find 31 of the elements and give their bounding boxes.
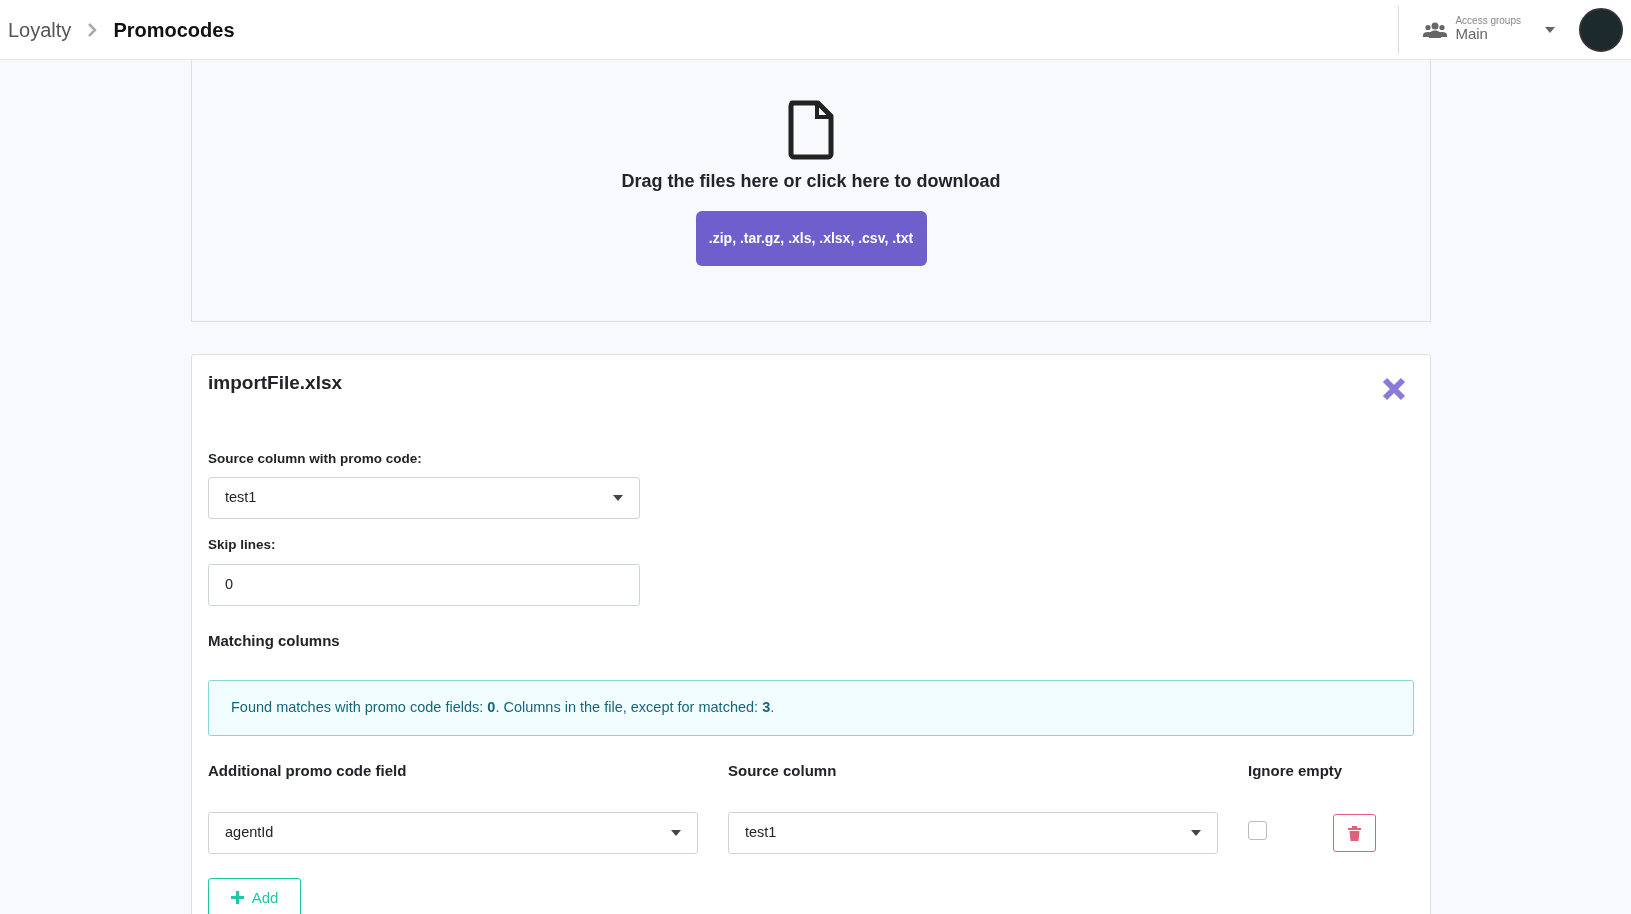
column-heading: Additional promo code field: [208, 761, 407, 779]
column-heading: Ignore empty: [1248, 761, 1343, 779]
source-column-select[interactable]: test1: [728, 812, 1218, 855]
file-name: importFile.xlsx: [208, 371, 343, 395]
file-icon: [788, 100, 834, 160]
caret-icon: [671, 830, 681, 837]
field-label: Source column with promo code:: [208, 450, 423, 468]
breadcrumb-item[interactable]: Loyalty: [8, 14, 72, 45]
info-alert: Found matches with promo code fields: 0. Columns in the file, except for matched: 3.: [208, 680, 1414, 736]
user-avatar[interactable]: [1579, 7, 1623, 52]
delete-button[interactable]: [1333, 814, 1376, 853]
source-column-select[interactable]: test1: [208, 477, 640, 520]
caret-icon[interactable]: [1545, 26, 1555, 33]
chevron-icon: [87, 21, 98, 38]
access-groups-label: Access groups: [1455, 16, 1521, 27]
plus-icon: [230, 891, 244, 905]
breadcrumb-item: Promocodes: [113, 17, 235, 43]
trash-icon: [1348, 825, 1361, 841]
field-label: Skip lines:: [208, 536, 277, 555]
access-group-value[interactable]: Main: [1455, 26, 1521, 43]
section-heading: Matching columns: [208, 630, 341, 651]
caret-icon: [1191, 830, 1201, 837]
ignore-empty-checkbox[interactable]: [1248, 820, 1267, 840]
user-group-icon: [1423, 21, 1448, 38]
field-select[interactable]: agentId: [208, 812, 698, 855]
dropzone-text: Drag the files here or click here to download: [621, 170, 1001, 193]
close-icon[interactable]: [1382, 377, 1406, 401]
file-types-button[interactable]: .zip, .tar.gz, .xls, .xlsx, .csv, .txt: [695, 211, 927, 266]
caret-icon: [613, 495, 623, 502]
column-heading: Source column: [728, 761, 837, 779]
skip-lines-input[interactable]: 0: [208, 563, 640, 606]
